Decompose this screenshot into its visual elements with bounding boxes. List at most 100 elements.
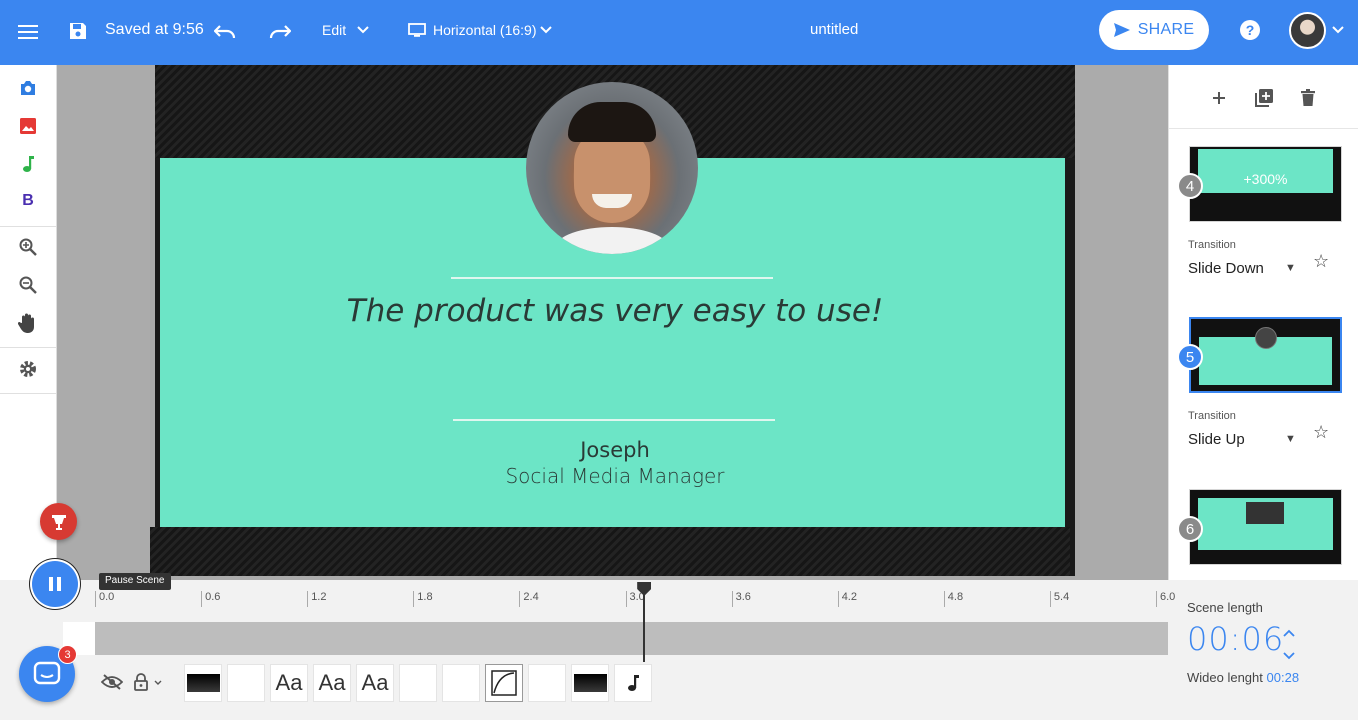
bold-text-icon[interactable]: B (14, 187, 42, 215)
scene-number-badge: 5 (1177, 344, 1203, 370)
timeline-tick: 6.0 (1156, 591, 1175, 607)
layer-black-band[interactable] (571, 664, 609, 702)
scenes-toolbar (1169, 65, 1358, 129)
divider (0, 226, 56, 227)
menu-icon[interactable] (16, 20, 40, 44)
photo-shirt (556, 227, 668, 254)
music-note-icon (628, 675, 639, 691)
help-icon[interactable]: ? (1240, 20, 1260, 40)
track-layers: Aa Aa Aa (184, 664, 652, 702)
timeline-tick: 5.4 (1049, 591, 1069, 607)
zoom-in-icon[interactable] (14, 233, 42, 261)
testimonial-photo[interactable] (526, 82, 698, 254)
transition-label: Transition (1188, 239, 1236, 251)
divider-line-top[interactable] (451, 277, 773, 279)
format-selector[interactable]: Horizontal (16:9) (433, 22, 537, 38)
chevron-down-icon[interactable] (1282, 650, 1296, 662)
layer-text[interactable]: Aa (270, 664, 308, 702)
layer-curve[interactable] (485, 664, 523, 702)
chevron-down-icon[interactable] (153, 678, 163, 688)
timeline-panel: 0.0 0.6 1.2 1.8 2.4 3.0 3.6 4.2 4.8 5.4 6.0 Aa Aa … (0, 580, 1358, 720)
timeline-tick: 3.6 (731, 591, 751, 607)
divider-line-bottom[interactable] (453, 419, 775, 421)
pause-icon (49, 577, 61, 591)
hand-pan-icon[interactable] (14, 309, 42, 337)
person-name[interactable]: Joseph (155, 438, 1075, 462)
layer-text-label: Aa (318, 670, 346, 695)
layer-text[interactable]: Aa (313, 664, 351, 702)
scene-thumbnail-6[interactable] (1189, 489, 1342, 565)
layer-white-shape[interactable] (442, 664, 480, 702)
divider (0, 393, 56, 394)
playhead-line[interactable] (643, 586, 646, 662)
canvas-area[interactable]: The product was very easy to use! Joseph… (57, 65, 1168, 580)
gear-icon[interactable] (14, 355, 42, 383)
timeline-tick: 1.8 (413, 591, 433, 607)
curve-icon (491, 670, 517, 696)
help-label: ? (1245, 22, 1255, 38)
monitor-icon[interactable] (407, 20, 427, 40)
layer-white-shape[interactable] (528, 664, 566, 702)
quote-text[interactable]: The product was very easy to use! (155, 293, 1075, 329)
pause-tooltip: Pause Scene (99, 573, 171, 590)
duplicate-scene-icon[interactable] (1251, 85, 1277, 111)
layer-swatch (573, 674, 607, 692)
chevron-up-icon[interactable] (1282, 627, 1296, 639)
user-avatar[interactable] (1289, 12, 1326, 49)
caret-down-icon[interactable]: ▼ (1285, 262, 1296, 274)
send-icon (1113, 23, 1130, 37)
layer-swatch (186, 674, 220, 692)
add-scene-icon[interactable] (1206, 85, 1232, 111)
wideo-length: Wideo lenght 00:28 (1187, 670, 1299, 685)
project-title[interactable]: untitled (810, 21, 858, 38)
chevron-down-icon[interactable] (539, 23, 553, 37)
photo-hair (568, 102, 656, 142)
chevron-down-icon[interactable] (356, 23, 370, 37)
scene-thumbnail-5[interactable] (1189, 317, 1342, 393)
edit-menu[interactable]: Edit (322, 22, 346, 38)
thumb-icon-box (1246, 502, 1284, 524)
timeline-tick: 1.2 (307, 591, 326, 607)
scene-length-label: Scene length (1187, 600, 1263, 615)
redo-icon[interactable] (267, 19, 293, 43)
pause-scene-button[interactable] (32, 561, 78, 607)
floppy-disk-icon[interactable] (66, 19, 90, 43)
timeline-tick: 4.2 (837, 591, 857, 607)
layer-white-shape[interactable] (227, 664, 265, 702)
thumb-heading: +300% (1243, 171, 1288, 187)
music-note-icon[interactable] (14, 150, 42, 178)
star-icon[interactable]: ☆ (1313, 422, 1329, 443)
layer-text[interactable]: Aa (356, 664, 394, 702)
scene-thumbnail-4[interactable]: +300% (1189, 146, 1342, 222)
scene-length-value[interactable]: 00:06 (1187, 620, 1284, 658)
timeline-tick: 2.4 (519, 591, 539, 607)
layer-white-shape[interactable] (399, 664, 437, 702)
scenes-panel: +300% 4 Transition Slide Down ▼ ☆ 5 Tran… (1168, 65, 1358, 580)
trash-icon[interactable] (1295, 85, 1321, 111)
wideo-length-label: Wideo lenght (1187, 670, 1263, 685)
saved-status: Saved at 9:56 (105, 21, 204, 38)
camera-icon[interactable] (14, 74, 42, 102)
timeline-tick: 0.0 (95, 591, 114, 607)
person-role[interactable]: Social Media Manager (155, 464, 1075, 488)
undo-icon[interactable] (212, 19, 238, 43)
share-button[interactable]: SHARE (1099, 10, 1209, 50)
presentation-button[interactable] (40, 503, 77, 540)
chevron-down-icon[interactable] (1331, 23, 1345, 37)
lock-icon[interactable] (131, 670, 151, 694)
transition-select[interactable]: Slide Up (1188, 431, 1245, 448)
image-icon[interactable] (14, 112, 42, 140)
zoom-out-icon[interactable] (14, 271, 42, 299)
eye-off-icon[interactable] (100, 670, 124, 694)
transition-select[interactable]: Slide Down (1188, 260, 1264, 277)
layer-music[interactable] (614, 664, 652, 702)
star-icon[interactable]: ☆ (1313, 251, 1329, 272)
caret-down-icon[interactable]: ▼ (1285, 433, 1296, 445)
thumb-photo (1255, 327, 1277, 349)
layer-text-label: Aa (275, 670, 303, 695)
layer-black-band[interactable] (184, 664, 222, 702)
slide-canvas[interactable]: The product was very easy to use! Joseph… (150, 65, 1075, 576)
timeline-ruler[interactable]: 0.0 0.6 1.2 1.8 2.4 3.0 3.6 4.2 4.8 5.4 6.0 (95, 580, 1175, 620)
timeline-track[interactable] (95, 622, 1168, 655)
bottom-band (150, 527, 1070, 576)
